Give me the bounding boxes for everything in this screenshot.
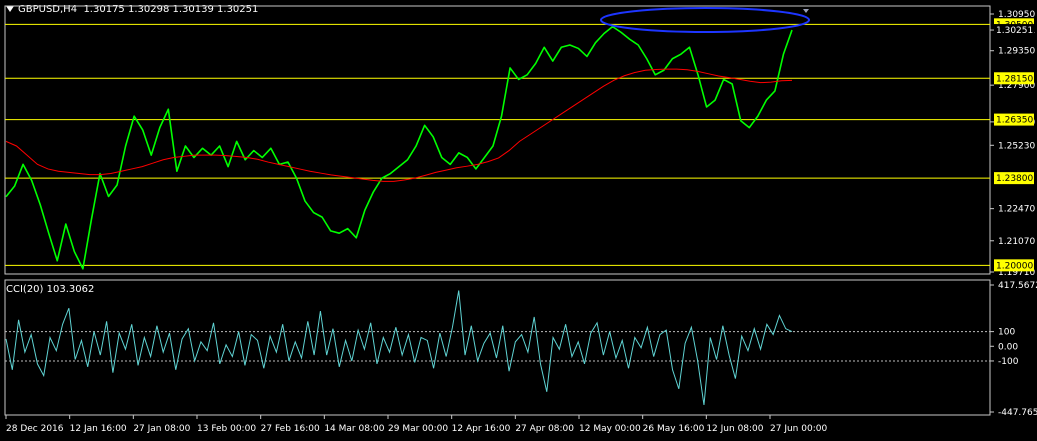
x-tick-label: 12 Apr 16:00 bbox=[452, 424, 511, 434]
y-tick-label: 1.25230 bbox=[998, 141, 1035, 151]
x-tick-label: 27 Jun 00:00 bbox=[770, 424, 827, 434]
x-tick-label: 12 Jun 08:00 bbox=[706, 424, 763, 434]
y-tick-label: 1.21070 bbox=[998, 237, 1035, 247]
level-label: 1.28150 bbox=[996, 74, 1033, 84]
x-tick-label: 27 Jan 08:00 bbox=[133, 424, 190, 434]
x-tick-label: 29 Mar 00:00 bbox=[388, 424, 448, 434]
cci-y-tick-label: -447.7658 bbox=[998, 408, 1037, 418]
x-tick-label: 13 Feb 00:00 bbox=[197, 424, 256, 434]
period-marker-icon bbox=[803, 9, 809, 13]
x-tick-label: 26 May 16:00 bbox=[643, 424, 705, 434]
cci-series-line bbox=[5, 290, 793, 406]
x-tick-label: 28 Dec 2016 bbox=[6, 424, 64, 434]
x-tick-label: 12 Jan 16:00 bbox=[70, 424, 127, 434]
x-tick-label: 27 Apr 08:00 bbox=[515, 424, 574, 434]
x-tick-label: 14 Mar 08:00 bbox=[324, 424, 384, 434]
price-panel-frame bbox=[4, 5, 991, 275]
price-series-line bbox=[5, 25, 793, 270]
x-tick-label: 27 Feb 16:00 bbox=[261, 424, 320, 434]
moving-average-line bbox=[5, 68, 793, 182]
chart-canvas: 1.309501.302511.293501.279001.265001.252… bbox=[4, 5, 1037, 434]
level-label: 1.26350 bbox=[996, 116, 1033, 126]
cci-y-tick-label: 0.00 bbox=[998, 342, 1018, 352]
cci-y-tick-label: -100 bbox=[998, 357, 1019, 367]
y-tick-label: 1.29350 bbox=[998, 47, 1035, 57]
highlight-ellipse bbox=[600, 7, 810, 33]
y-tick-label: 1.22470 bbox=[998, 205, 1035, 215]
current-price-label: 1.30251 bbox=[996, 26, 1033, 36]
cci-y-tick-label: 417.5672 bbox=[998, 281, 1037, 291]
cci-y-tick-label: 100 bbox=[998, 328, 1015, 338]
level-label: 1.23800 bbox=[996, 174, 1033, 184]
x-tick-label: 12 May 00:00 bbox=[579, 424, 641, 434]
level-label: 1.20000 bbox=[996, 261, 1033, 271]
